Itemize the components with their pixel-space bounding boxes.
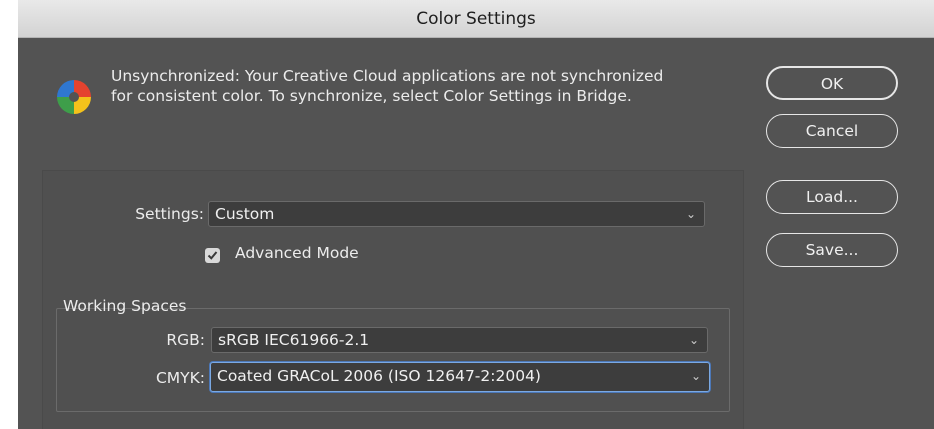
working-spaces-group [56,308,730,412]
checkmark-icon [207,251,218,260]
chevron-down-icon: ⌄ [690,369,701,383]
cancel-button[interactable]: Cancel [766,114,898,148]
rgb-select[interactable]: sRGB IEC61966-2.1 ⌄ [211,327,708,353]
settings-select[interactable]: Custom ⌄ [208,201,705,227]
cmyk-select[interactable]: Coated GRACoL 2006 (ISO 12647-2:2004) ⌄ [210,362,710,392]
advanced-mode-checkbox[interactable] [205,248,220,263]
window-title: Color Settings [416,9,536,29]
sync-message-line-1: Unsynchronized: Your Creative Cloud appl… [111,67,664,85]
sync-message: Unsynchronized: Your Creative Cloud appl… [111,66,761,106]
chevron-down-icon: ⌄ [685,207,696,221]
rgb-select-value: sRGB IEC61966-2.1 [218,331,370,349]
ok-button[interactable]: OK [766,66,898,100]
settings-select-value: Custom [215,205,275,223]
cmyk-select-value: Coated GRACoL 2006 (ISO 12647-2:2004) [217,367,541,385]
advanced-mode-label[interactable]: Advanced Mode [235,244,359,262]
settings-label: Settings: [135,205,204,223]
color-settings-dialog: Color Settings Unsynchronized: Your Crea… [18,0,934,429]
chevron-down-icon: ⌄ [688,333,699,347]
rgb-label: RGB: [166,331,205,349]
cmyk-label: CMYK: [155,369,205,387]
working-spaces-legend: Working Spaces [63,297,187,315]
color-wheel-icon [55,78,93,116]
save-button[interactable]: Save... [766,233,898,267]
sync-message-line-2: for consistent color. To synchronize, se… [111,87,632,105]
title-bar[interactable]: Color Settings [18,0,934,38]
load-button[interactable]: Load... [766,180,898,214]
